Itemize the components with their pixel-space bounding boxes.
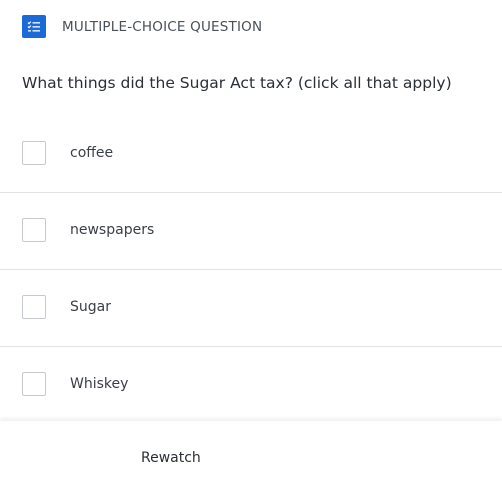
question-footer: Rewatch bbox=[0, 421, 502, 477]
question-type-label: MULTIPLE-CHOICE QUESTION bbox=[62, 18, 263, 35]
option-whiskey[interactable]: Whiskey bbox=[0, 347, 502, 424]
option-label: newspapers bbox=[70, 222, 155, 238]
checklist-icon bbox=[22, 15, 46, 38]
option-label: coffee bbox=[70, 145, 114, 161]
option-label: Whiskey bbox=[70, 376, 129, 392]
question-text: What things did the Sugar Act tax? (clic… bbox=[22, 74, 452, 92]
option-sugar[interactable]: Sugar bbox=[0, 270, 502, 347]
option-checkbox[interactable] bbox=[22, 295, 46, 319]
option-coffee[interactable]: coffee bbox=[0, 116, 502, 193]
question-card: MULTIPLE-CHOICE QUESTION What things did… bbox=[0, 0, 502, 477]
question-header: MULTIPLE-CHOICE QUESTION bbox=[22, 15, 262, 38]
option-label: Sugar bbox=[70, 299, 111, 315]
options-list: coffee newspapers Sugar Whiskey bbox=[0, 116, 502, 424]
option-newspapers[interactable]: newspapers bbox=[0, 193, 502, 270]
option-checkbox[interactable] bbox=[22, 372, 46, 396]
rewatch-button[interactable]: Rewatch bbox=[141, 450, 201, 466]
option-checkbox[interactable] bbox=[22, 218, 46, 242]
option-checkbox[interactable] bbox=[22, 141, 46, 165]
